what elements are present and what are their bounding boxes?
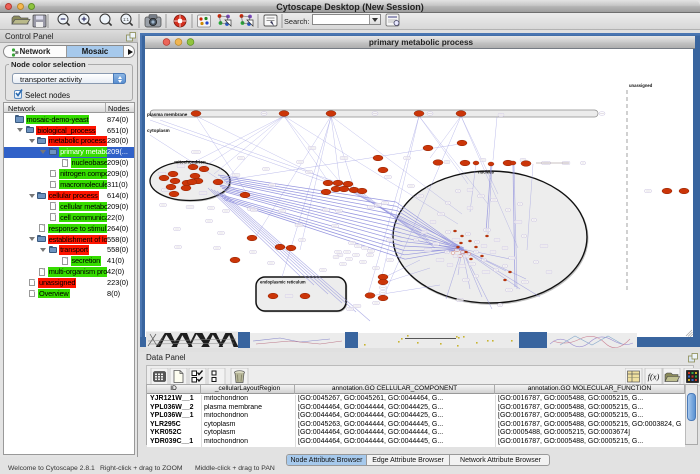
svg-text:nucleus: nucleus bbox=[478, 170, 494, 175]
svg-text:endoplasmic reticulum: endoplasmic reticulum bbox=[260, 280, 306, 285]
svg-text:unassigned: unassigned bbox=[629, 83, 653, 88]
svg-text:primary metabolic process: primary metabolic process bbox=[369, 38, 474, 47]
svg-text:f(x): f(x) bbox=[648, 371, 660, 381]
svg-text:1:1: 1:1 bbox=[123, 17, 129, 22]
svg-text:plasma membrane: plasma membrane bbox=[147, 112, 188, 117]
svg-text:mitochondrion: mitochondrion bbox=[174, 160, 206, 165]
svg-text:cytoplasm: cytoplasm bbox=[147, 128, 170, 133]
